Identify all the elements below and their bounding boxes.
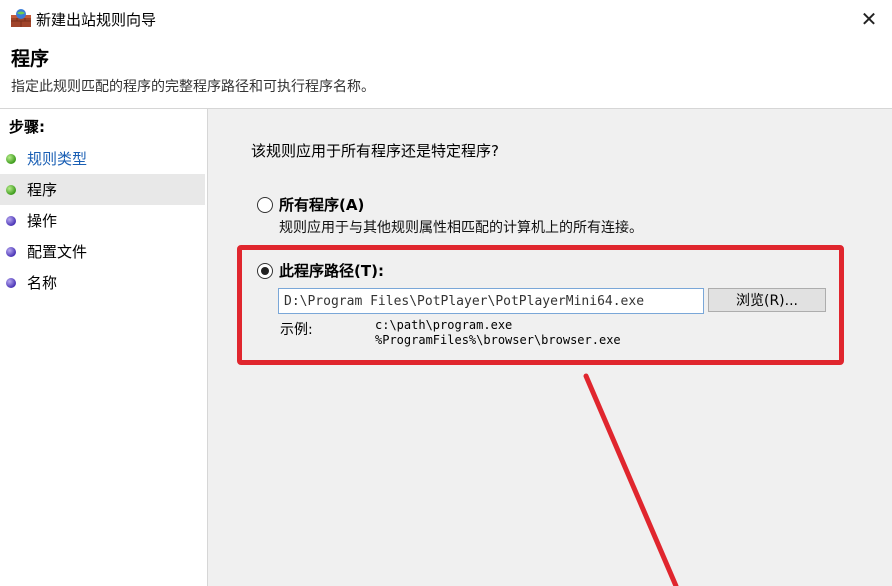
this-program-radio[interactable] (257, 263, 273, 279)
step-pending-icon (6, 215, 16, 226)
steps-heading: 步骤: (9, 118, 45, 136)
sidebar-item-name[interactable]: 名称 (0, 267, 205, 298)
this-program-label[interactable]: 此程序路径(T): (279, 260, 384, 281)
page-subtitle: 指定此规则匹配的程序的完整程序路径和可执行程序名称。 (11, 79, 375, 95)
main-panel: 该规则应用于所有程序还是特定程序? 所有程序(A) 规则应用于与其他规则属性相匹… (208, 109, 892, 586)
sidebar-item-action[interactable]: 操作 (0, 205, 205, 236)
browse-button[interactable]: 浏览(R)... (708, 288, 826, 312)
program-path-input[interactable] (278, 288, 704, 314)
title-bar: 新建出站规则向导 ✕ (0, 0, 892, 38)
example-path-line: %ProgramFiles%\browser\browser.exe (375, 333, 621, 347)
sidebar-item-label: 名称 (27, 274, 58, 292)
example-path-line: c:\path\program.exe (375, 318, 513, 332)
scope-question: 该规则应用于所有程序还是特定程序? (251, 142, 499, 160)
sidebar-item-label: 程序 (27, 181, 58, 199)
all-programs-label[interactable]: 所有程序(A) (279, 194, 364, 215)
sidebar-item-program[interactable]: 程序 (0, 174, 205, 205)
sidebar-item-label: 规则类型 (27, 150, 88, 168)
sidebar-item-rule-type[interactable]: 规则类型 (0, 143, 205, 174)
step-pending-icon (6, 246, 16, 257)
example-label: 示例: (280, 322, 313, 338)
window-title: 新建出站规则向导 (36, 11, 157, 29)
all-programs-description: 规则应用于与其他规则属性相匹配的计算机上的所有连接。 (279, 220, 643, 236)
close-icon: ✕ (860, 7, 878, 31)
all-programs-radio[interactable] (257, 197, 273, 213)
sidebar-item-profile[interactable]: 配置文件 (0, 236, 205, 267)
steps-sidebar: 步骤: 规则类型 程序 操作 配置文件 名称 (0, 109, 207, 586)
sidebar-item-label: 操作 (27, 212, 58, 230)
step-pending-icon (6, 277, 16, 288)
close-button[interactable]: ✕ (846, 0, 892, 38)
step-complete-icon (6, 153, 16, 164)
wizard-header: 程序 指定此规则匹配的程序的完整程序路径和可执行程序名称。 (0, 38, 892, 108)
step-complete-icon (6, 184, 16, 195)
firewall-icon (11, 9, 31, 27)
sidebar-item-label: 配置文件 (27, 243, 88, 261)
page-title: 程序 (11, 48, 50, 70)
